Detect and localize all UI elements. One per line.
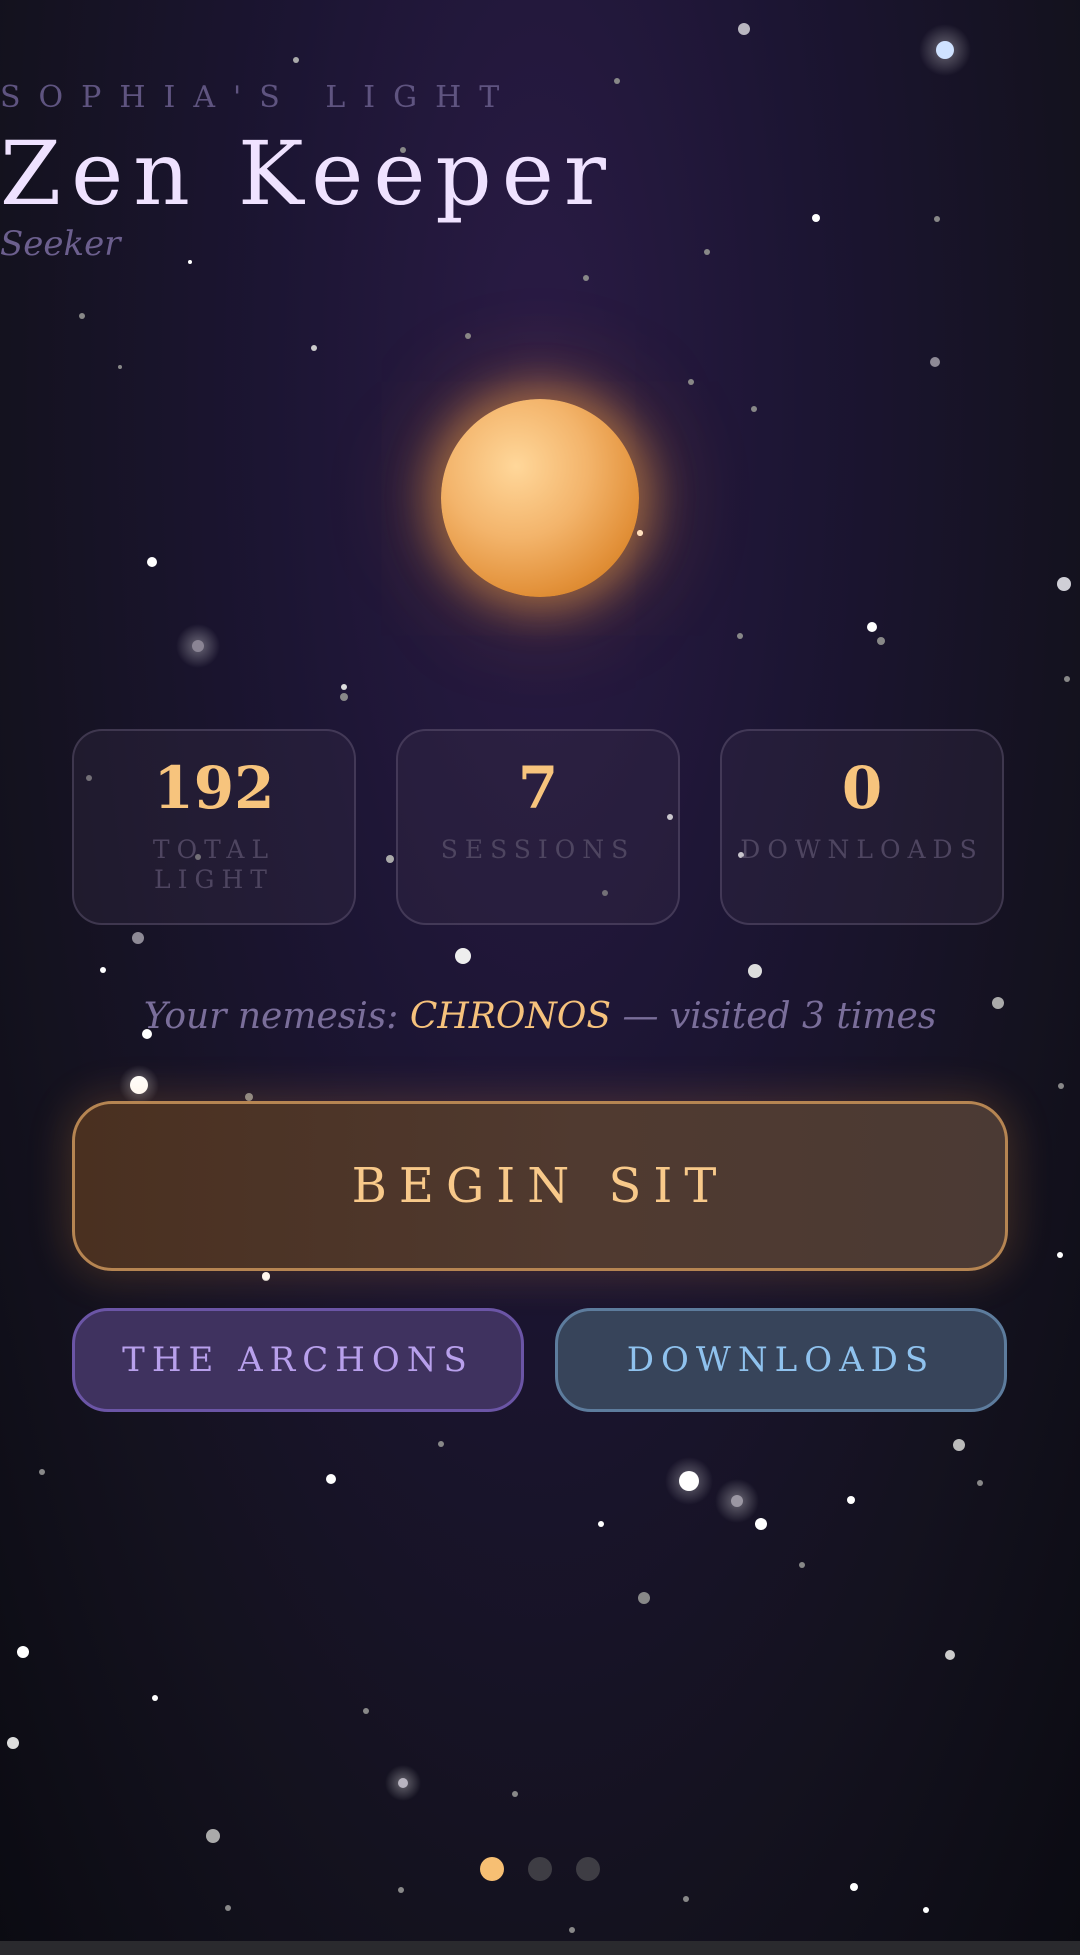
app-brand: SOPHIA'S LIGHT [0,80,518,115]
page-dot-3[interactable] [576,1857,600,1881]
stat-card-downloads: 0 DOWNLOADS [720,729,1004,925]
page-title: Zen Keeper [0,122,616,225]
page-dot-2[interactable] [528,1857,552,1881]
page-dot-1[interactable] [480,1857,504,1881]
nemesis-line: Your nemesis: CHRONOS — visited 3 times [0,996,1080,1037]
stat-label: TOTAL LIGHT [152,835,276,894]
starfield-background [7,23,1071,1933]
stat-value: 7 [517,754,559,822]
light-orb [441,399,639,597]
stat-label: DOWNLOADS [740,835,984,864]
stat-value: 0 [841,754,883,822]
nemesis-name: CHRONOS [409,996,612,1037]
begin-sit-button[interactable]: BEGIN SIT [72,1101,1008,1271]
downloads-button[interactable]: DOWNLOADS [555,1308,1007,1412]
rank-label: Seeker [0,224,121,264]
stat-card-sessions: 7 SESSIONS [396,729,680,925]
stat-card-total-light: 192 TOTAL LIGHT [72,729,356,925]
page-indicator [0,1857,1080,1881]
nemesis-suffix: — visited 3 times [611,996,937,1037]
stat-label: SESSIONS [440,835,636,864]
archons-button[interactable]: THE ARCHONS [72,1308,524,1412]
bottom-edge-bar [0,1941,1080,1955]
stat-value: 192 [153,754,275,822]
nemesis-prefix: Your nemesis: [143,996,410,1037]
